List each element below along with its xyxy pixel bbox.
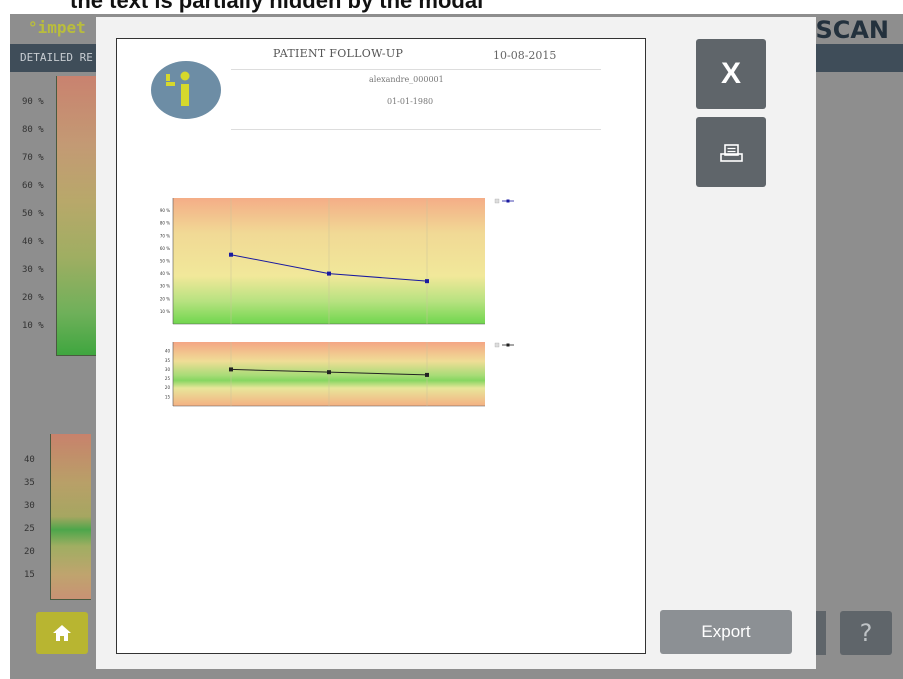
report-title: PATIENT FOLLOW-UP [273,47,404,60]
app-logo: °impet [28,18,86,37]
report-date: 10-08-2015 [493,49,557,62]
percent-gauge-tick-0: 90 % [22,97,44,107]
chart2-point-1 [327,370,331,375]
value-gauge-tick-4: 20 [24,547,35,557]
chart1-y-tick-6: 30 % [160,284,170,289]
detailed-report-tab[interactable]: DETAILED RE [20,51,93,64]
percent-gauge-tick-8: 10 % [22,321,44,331]
chart1-legend-box [494,198,500,204]
chart1-y-tick-0: 90 % [160,208,170,213]
chart1-y-tick-3: 60 % [160,246,170,251]
chart2-y-tick-1: 35 [165,358,171,363]
value-gauge-tick-5: 15 [24,570,35,580]
chart2-y-tick-5: 15 [165,394,171,399]
report-preview-modal: PATIENT FOLLOW-UP 10-08-2015 alexandre_0… [96,17,816,669]
chart2-y-tick-3: 25 [165,376,171,381]
chart2-legend-marker [506,343,510,347]
chart1-y-tick-8: 10 % [160,309,170,314]
value-gauge-tick-1: 35 [24,478,35,488]
chart2-legend-box [494,342,500,348]
chart1-point-1 [327,271,331,276]
caption-text: the text is partially hidden by the moda… [70,0,484,13]
chart1-y-tick-4: 50 % [160,259,170,264]
percent-gauge-tick-3: 60 % [22,181,44,191]
value-gauge-tick-3: 25 [24,524,35,534]
print-button[interactable] [696,117,766,187]
header-divider [231,69,601,70]
value-gauge-tick-2: 30 [24,501,35,511]
chart1-y-tick-5: 40 % [160,271,170,276]
home-icon [53,625,71,641]
chart2-y-tick-2: 30 [165,367,171,372]
patient-name: alexandre_000001 [369,75,444,84]
percent-gauge-tick-2: 70 % [22,153,44,163]
help-button[interactable]: ? [840,611,892,655]
chart2-y-tick-0: 40 [165,349,171,354]
value-gauge-tick-0: 40 [24,455,35,465]
percent-gauge [56,76,97,356]
chart2-point-0 [229,367,233,372]
brand-name: SCAN [815,16,889,44]
impeto-logo [151,61,221,119]
export-button[interactable]: Export [660,610,792,654]
chart1-point-2 [425,279,429,284]
patient-birth-date: 01-01-1980 [387,97,434,106]
percent-gauge-tick-7: 20 % [22,293,44,303]
percent-gauge-tick-5: 40 % [22,237,44,247]
header-bottom-divider [231,129,601,130]
chart2-y-tick-4: 20 [165,385,171,390]
chart2-point-2 [425,372,429,377]
printer-icon [720,144,743,162]
close-button[interactable]: X [696,39,766,109]
chart1-y-tick-2: 70 % [160,233,170,238]
percent-gauge-tick-6: 30 % [22,265,44,275]
follow-up-chart-values: 40 35 30 25 20 15 [165,342,514,407]
percent-gauge-tick-4: 50 % [22,209,44,219]
chart1-y-tick-1: 80 % [160,221,170,226]
value-gauge [50,434,91,600]
percent-gauge-tick-1: 80 % [22,125,44,135]
follow-up-chart-percent: 90 % 80 % 70 % 60 % 50 % 40 % 30 % 20 % 10 % [160,198,514,325]
home-button[interactable] [36,612,88,654]
chart1-y-tick-7: 20 % [160,296,170,301]
report-page: PATIENT FOLLOW-UP 10-08-2015 alexandre_0… [116,38,646,654]
top-caption: the text is partially hidden by the moda… [0,0,903,14]
chart1-point-0 [229,252,233,257]
chart1-legend-marker [506,199,510,203]
